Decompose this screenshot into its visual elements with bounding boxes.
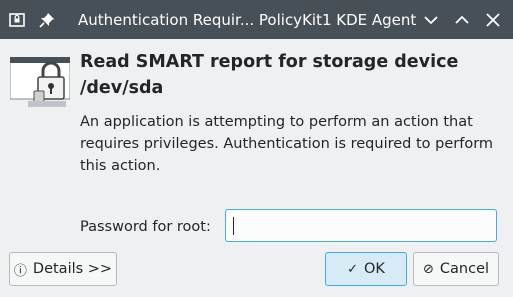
ok-button[interactable]: ✓ OK xyxy=(325,252,407,286)
dialog-body: Read SMART report for storage device /de… xyxy=(0,39,513,297)
chevron-up-icon xyxy=(455,15,469,24)
checkmark-icon: ✓ xyxy=(347,261,358,277)
info-icon: ⓘ xyxy=(13,263,27,279)
dialog-description: An application is attempting to perform … xyxy=(80,114,494,174)
maximize-button[interactable] xyxy=(451,9,473,31)
ok-button-label: OK xyxy=(363,261,385,277)
lock-screen-icon[interactable] xyxy=(8,11,26,29)
text-cursor xyxy=(233,217,234,235)
details-button[interactable]: ⓘ Details >> xyxy=(9,252,117,286)
chevron-down-icon xyxy=(424,16,438,25)
cancel-button[interactable]: ⊘ Cancel xyxy=(413,252,499,286)
system-lock-icon xyxy=(9,56,71,111)
close-button[interactable] xyxy=(482,9,504,31)
cancel-icon: ⊘ xyxy=(422,261,434,277)
pin-icon[interactable] xyxy=(38,11,56,29)
password-field[interactable] xyxy=(225,209,497,242)
password-label: Password for root: xyxy=(80,219,211,235)
minimize-button[interactable] xyxy=(420,9,442,31)
title-bar[interactable]: Authentication Requir... PolicyKit1 KDE … xyxy=(0,0,513,39)
window-title: Authentication Requir... PolicyKit1 KDE … xyxy=(78,11,417,29)
cancel-button-label: Cancel xyxy=(439,261,490,277)
details-button-label: Details >> xyxy=(32,261,113,277)
dialog-heading: Read SMART report for storage device /de… xyxy=(80,52,459,98)
close-icon xyxy=(486,13,500,27)
